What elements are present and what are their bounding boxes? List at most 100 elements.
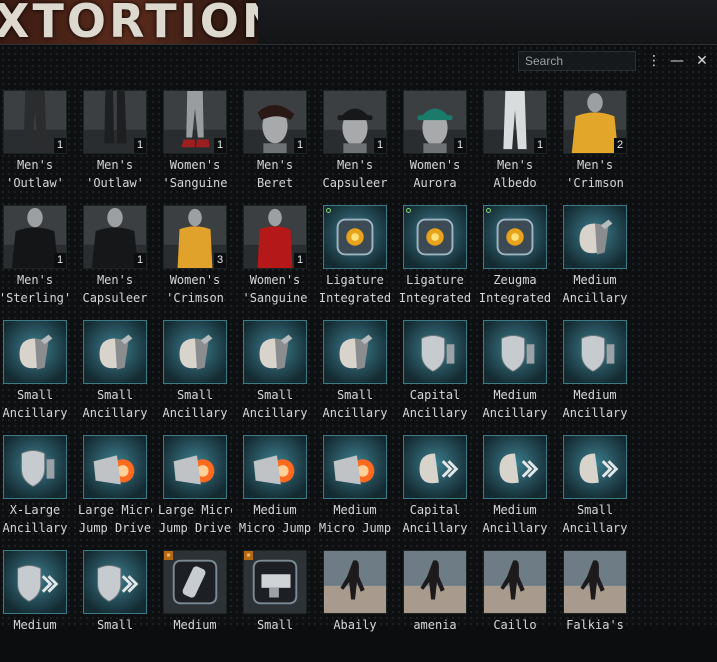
item-thumbnail[interactable] bbox=[163, 435, 227, 499]
inventory-item[interactable]: 1 Men's Capsuleer bbox=[320, 90, 400, 202]
item-label-line-2: Jump Drive bbox=[78, 521, 152, 535]
item-thumbnail[interactable]: 1 bbox=[243, 90, 307, 154]
item-label: Medium Micro Jump bbox=[238, 501, 312, 537]
item-thumbnail[interactable] bbox=[3, 550, 67, 614]
item-thumbnail[interactable]: 1 bbox=[483, 90, 547, 154]
inventory-item[interactable]: 1 Women's 'Sanguine bbox=[240, 205, 320, 317]
item-thumbnail[interactable]: 1 bbox=[243, 205, 307, 269]
item-thumbnail[interactable] bbox=[323, 205, 387, 269]
item-thumbnail[interactable]: 1 bbox=[403, 90, 467, 154]
item-thumbnail[interactable]: 1 bbox=[3, 90, 67, 154]
drive-icon bbox=[244, 436, 306, 498]
armorchev-icon bbox=[484, 436, 546, 498]
item-thumbnail[interactable] bbox=[83, 435, 147, 499]
item-thumbnail[interactable] bbox=[243, 320, 307, 384]
item-thumbnail[interactable] bbox=[483, 205, 547, 269]
inventory-item[interactable]: Medium Ancillary bbox=[480, 435, 560, 547]
item-thumbnail[interactable]: 1 bbox=[83, 90, 147, 154]
inventory-item[interactable]: Small Ancillary bbox=[320, 320, 400, 432]
inventory-item[interactable]: Caillo bbox=[480, 550, 560, 662]
inventory-item[interactable]: 3 Women's 'Crimson bbox=[160, 205, 240, 317]
item-label-line-1: Ligature bbox=[326, 273, 384, 287]
more-options-icon[interactable]: ⋮ bbox=[645, 51, 663, 71]
item-thumbnail[interactable] bbox=[83, 320, 147, 384]
inventory-item[interactable]: Medium bbox=[0, 550, 80, 662]
inventory-item[interactable]: ⏸ Small bbox=[240, 550, 320, 662]
top-banner: XTORTION bbox=[0, 0, 717, 44]
status-dot-icon bbox=[406, 208, 411, 213]
item-label: Capital Ancillary bbox=[398, 386, 472, 422]
inventory-item[interactable]: 1 Men's Beret bbox=[240, 90, 320, 202]
inventory-item[interactable]: 1 Men's 'Outlaw' bbox=[80, 90, 160, 202]
inventory-item[interactable]: Small Ancillary bbox=[560, 435, 640, 547]
inventory-item[interactable]: 2 Men's 'Crimson bbox=[560, 90, 640, 202]
repairer-icon bbox=[4, 321, 66, 383]
item-thumbnail[interactable] bbox=[563, 320, 627, 384]
inventory-item[interactable]: Capital Ancillary bbox=[400, 435, 480, 547]
item-thumbnail[interactable] bbox=[403, 320, 467, 384]
inventory-item[interactable]: X-Large Ancillary bbox=[0, 435, 80, 547]
search-input[interactable] bbox=[518, 51, 636, 71]
inventory-item[interactable]: 1 Women's 'Sanguine bbox=[160, 90, 240, 202]
repairer-icon bbox=[84, 321, 146, 383]
inventory-item[interactable]: ⏸ Medium bbox=[160, 550, 240, 662]
item-thumbnail[interactable] bbox=[403, 205, 467, 269]
inventory-item[interactable]: Medium Ancillary bbox=[560, 320, 640, 432]
inventory-item[interactable]: Medium Ancillary bbox=[480, 320, 560, 432]
item-thumbnail[interactable] bbox=[3, 435, 67, 499]
item-label-line-2: Capsuleer bbox=[322, 176, 388, 190]
banner-backdrop bbox=[258, 0, 717, 44]
close-icon[interactable]: ✕ bbox=[693, 51, 711, 71]
item-thumbnail[interactable] bbox=[563, 550, 627, 614]
inventory-item[interactable]: Ligature Integrated bbox=[318, 205, 400, 317]
item-label-line-2: 'Outlaw' bbox=[6, 176, 64, 190]
inventory-item[interactable]: Falkia's bbox=[560, 550, 640, 662]
inventory-item[interactable]: 1 Men's Albedo bbox=[480, 90, 560, 202]
inventory-item[interactable]: Medium Micro Jump bbox=[319, 435, 400, 547]
item-label: Ligature Integrated bbox=[318, 271, 392, 307]
inventory-item[interactable]: amenia bbox=[400, 550, 480, 662]
inventory-item[interactable]: Medium Ancillary bbox=[560, 205, 640, 317]
item-thumbnail[interactable] bbox=[3, 320, 67, 384]
item-thumbnail[interactable]: 1 bbox=[83, 205, 147, 269]
inventory-item[interactable]: Capital Ancillary bbox=[400, 320, 480, 432]
item-thumbnail[interactable]: 1 bbox=[3, 205, 67, 269]
item-thumbnail[interactable] bbox=[323, 435, 387, 499]
minimize-icon[interactable]: — bbox=[668, 51, 686, 71]
item-thumbnail[interactable] bbox=[323, 550, 387, 614]
item-thumbnail[interactable]: 3 bbox=[163, 205, 227, 269]
inventory-item[interactable]: 1 Men's 'Sterling' bbox=[0, 205, 80, 317]
item-thumbnail[interactable] bbox=[243, 435, 307, 499]
item-thumbnail[interactable] bbox=[483, 320, 547, 384]
item-thumbnail[interactable] bbox=[403, 550, 467, 614]
inventory-item[interactable]: 1 Women's Aurora bbox=[400, 90, 480, 202]
item-thumbnail[interactable] bbox=[483, 550, 547, 614]
inventory-item[interactable]: Small Ancillary bbox=[0, 320, 80, 432]
inventory-item[interactable]: Small Ancillary bbox=[80, 320, 160, 432]
inventory-item[interactable]: Medium Micro Jump bbox=[238, 435, 320, 547]
item-thumbnail[interactable] bbox=[163, 320, 227, 384]
inventory-item[interactable]: 1 Men's 'Outlaw' bbox=[0, 90, 80, 202]
inventory-item[interactable]: Large Micro Jump Drive bbox=[158, 435, 240, 547]
inventory-item[interactable]: Ligature Integrated bbox=[399, 205, 480, 317]
item-thumbnail[interactable] bbox=[83, 550, 147, 614]
inventory-item[interactable]: Small bbox=[80, 550, 160, 662]
inventory-item[interactable]: 1 Men's Capsuleer bbox=[80, 205, 160, 317]
inventory-item[interactable]: Abaily bbox=[320, 550, 400, 662]
inventory-item[interactable]: Large Micro Jump Drive bbox=[78, 435, 160, 547]
item-thumbnail[interactable] bbox=[403, 435, 467, 499]
inventory-item[interactable]: Zeugma Integrated bbox=[479, 205, 560, 317]
item-thumbnail[interactable] bbox=[483, 435, 547, 499]
item-thumbnail[interactable]: ⏸ bbox=[163, 550, 227, 614]
shield-icon bbox=[404, 321, 466, 383]
item-thumbnail[interactable]: 1 bbox=[323, 90, 387, 154]
item-thumbnail[interactable]: 1 bbox=[163, 90, 227, 154]
inventory-item[interactable]: Small Ancillary bbox=[160, 320, 240, 432]
portrait-icon bbox=[404, 551, 466, 613]
item-thumbnail[interactable]: 2 bbox=[563, 90, 627, 154]
item-thumbnail[interactable] bbox=[563, 205, 627, 269]
item-thumbnail[interactable]: ⏸ bbox=[243, 550, 307, 614]
item-thumbnail[interactable] bbox=[323, 320, 387, 384]
item-thumbnail[interactable] bbox=[563, 435, 627, 499]
inventory-item[interactable]: Small Ancillary bbox=[240, 320, 320, 432]
